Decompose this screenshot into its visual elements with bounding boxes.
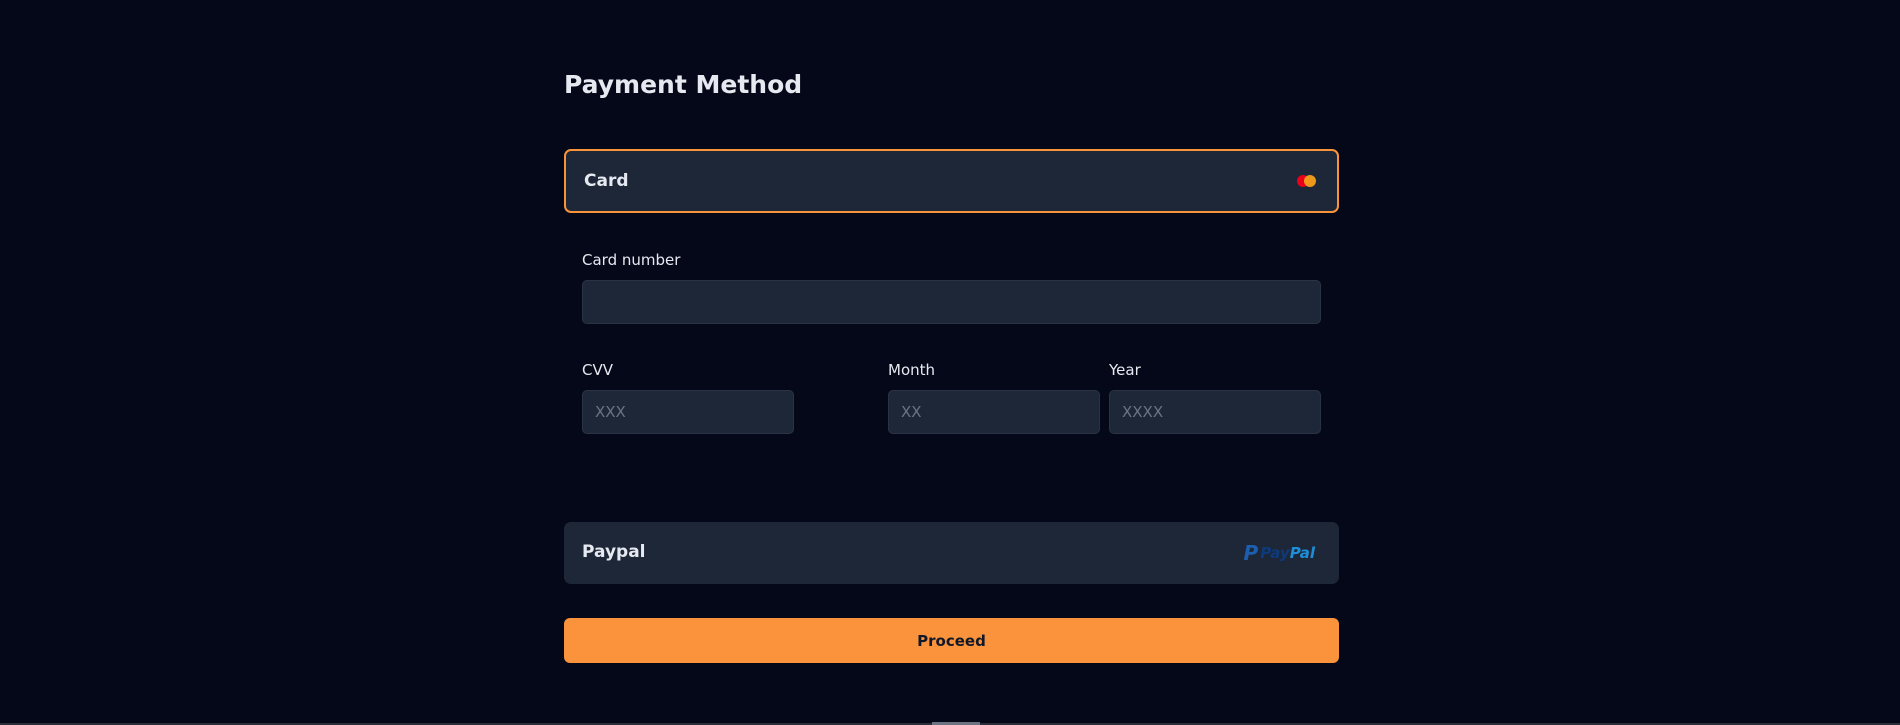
mastercard-icon [1295,173,1319,189]
page-title: Payment Method [564,70,803,99]
paypal-logo-pal: Pal [1289,544,1315,562]
card-method-label: Card [584,171,629,191]
proceed-button[interactable]: Proceed [564,618,1339,663]
month-label: Month [888,361,936,379]
paypal-logo-icon: P PayPal [1244,541,1315,565]
paypal-logo-pay: Pay [1260,544,1290,562]
month-input[interactable] [888,390,1100,434]
card-method-option[interactable]: Card [564,149,1339,213]
paypal-method-option[interactable]: Paypal P PayPal [564,522,1339,584]
paypal-p-icon: P [1243,541,1259,565]
card-number-label: Card number [582,251,681,269]
paypal-method-label: Paypal [582,542,646,562]
year-input[interactable] [1109,390,1321,434]
cvv-input[interactable] [582,390,794,434]
card-number-input[interactable] [582,280,1321,324]
cvv-label: CVV [582,361,613,379]
year-label: Year [1109,361,1141,379]
